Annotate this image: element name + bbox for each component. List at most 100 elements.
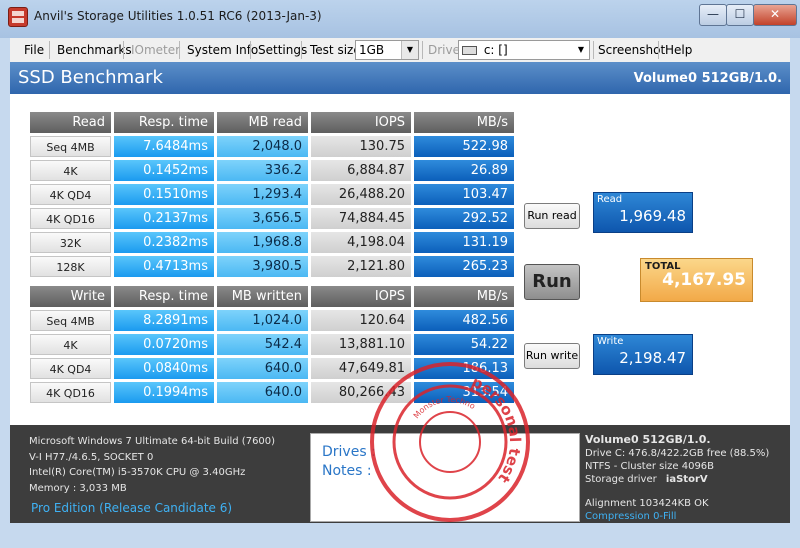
app-window: Anvil's Storage Utilities 1.0.51 RC6 (20…	[0, 0, 800, 548]
drive-select[interactable]: c: [] ▼	[458, 40, 590, 60]
write-score-value: 2,198.47	[619, 349, 686, 367]
menu-file[interactable]: File	[24, 38, 44, 62]
page-title: SSD Benchmark	[18, 67, 163, 88]
mb-per-sec: 54.22	[414, 334, 514, 355]
menu-separator	[179, 41, 180, 59]
iops: 74,884.45	[311, 208, 411, 229]
compression-info: Compression 0-Fill	[585, 511, 677, 522]
row-label: 4K QD16	[30, 208, 111, 229]
iops: 4,198.04	[311, 232, 411, 253]
alignment-info: Alignment 103424KB OK	[585, 498, 709, 509]
read-header-iops: IOPS	[311, 112, 411, 133]
os-info: Microsoft Windows 7 Ultimate 64-bit Buil…	[29, 436, 276, 447]
menu-settings[interactable]: Settings	[258, 38, 307, 62]
menu-separator	[658, 41, 659, 59]
storage-driver-label: Storage driver	[585, 474, 657, 485]
row-label: 4K QD4	[30, 358, 111, 379]
test-size-label: Test size	[310, 43, 361, 57]
mb-read: 2,048.0	[217, 136, 308, 157]
mb-written: 640.0	[217, 358, 308, 379]
mb-per-sec: 26.89	[414, 160, 514, 181]
iops: 13,881.10	[311, 334, 411, 355]
svg-text:personal test: personal test	[442, 372, 532, 487]
read-header-mb: MB read	[217, 112, 308, 133]
mb-per-sec: 131.19	[414, 232, 514, 253]
read-header-resp: Resp. time	[114, 112, 214, 133]
volume-name: Volume0 512GB/1.0.	[633, 71, 782, 86]
menu-bar: File Benchmarks IOmeter System Info Sett…	[10, 38, 790, 63]
menu-screenshot[interactable]: Screenshot	[598, 38, 665, 62]
menu-separator	[123, 41, 124, 59]
drive-volume: Volume0 512GB/1.0.	[585, 433, 711, 446]
mb-per-sec: 103.47	[414, 184, 514, 205]
row-label: 128K	[30, 256, 111, 277]
row-label: 4K QD16	[30, 382, 111, 403]
iops: 2,121.80	[311, 256, 411, 277]
memory-info: Memory : 3,033 MB	[29, 483, 127, 494]
iops: 26,488.20	[311, 184, 411, 205]
row-label: 4K QD4	[30, 184, 111, 205]
menu-separator	[301, 41, 302, 59]
iops: 120.64	[311, 310, 411, 331]
row-label: 4K	[30, 160, 111, 181]
menu-help[interactable]: Help	[665, 38, 692, 62]
storage-driver-value: iaStorV	[665, 474, 708, 485]
run-button[interactable]: Run	[524, 264, 580, 300]
minimize-button[interactable]: —	[699, 4, 727, 26]
resp-time: 0.4713ms	[114, 256, 214, 277]
mb-read: 1,293.4	[217, 184, 308, 205]
menu-separator	[593, 41, 594, 59]
mb-read: 336.2	[217, 160, 308, 181]
iops: 6,884.87	[311, 160, 411, 181]
resp-time: 7.6484ms	[114, 136, 214, 157]
chevron-down-icon: ▼	[573, 41, 589, 59]
resp-time: 0.1994ms	[114, 382, 214, 403]
menu-benchmarks[interactable]: Benchmarks	[57, 38, 132, 62]
resp-time: 0.2137ms	[114, 208, 214, 229]
edition-label: Pro Edition (Release Candidate 6)	[31, 501, 233, 515]
row-label: 4K	[30, 334, 111, 355]
board-info: V-I H77./4.6.5, SOCKET 0	[29, 452, 154, 463]
read-score-label: Read	[597, 194, 623, 205]
resp-time: 8.2891ms	[114, 310, 214, 331]
stamp-seal: personal test Monster Techno	[370, 362, 532, 522]
resp-time: 0.1452ms	[114, 160, 214, 181]
resp-time: 0.0840ms	[114, 358, 214, 379]
notes-label: Notes :	[322, 463, 372, 479]
drive-c-info: Drive C: 476.8/422.2GB free (88.5%)	[585, 448, 770, 459]
cpu-info: Intel(R) Core(TM) i5-3570K CPU @ 3.40GHz	[29, 467, 246, 478]
run-write-button[interactable]: Run write	[524, 343, 580, 369]
panel-header: SSD Benchmark Volume0 512GB/1.0.	[10, 62, 790, 94]
close-button[interactable]: ✕	[753, 4, 797, 26]
run-read-button[interactable]: Run read	[524, 203, 580, 229]
stamp-outer-text: personal test	[442, 372, 532, 487]
window-title: Anvil's Storage Utilities 1.0.51 RC6 (20…	[34, 9, 322, 23]
write-header-mb: MB written	[217, 286, 308, 307]
total-score-box: TOTAL 4,167.95	[640, 258, 753, 302]
read-score-value: 1,969.48	[619, 207, 686, 225]
write-header-label: Write	[30, 286, 111, 307]
chevron-down-icon: ▼	[401, 41, 418, 59]
read-header-mbs: MB/s	[414, 112, 514, 133]
read-score-box: Read 1,969.48	[593, 192, 693, 233]
drive-value: c: []	[483, 43, 508, 57]
menu-system-info[interactable]: System Info	[187, 38, 258, 62]
test-size-select[interactable]: 1GB ▼	[355, 40, 419, 60]
mb-per-sec: 265.23	[414, 256, 514, 277]
menu-separator	[49, 41, 50, 59]
mb-per-sec: 482.56	[414, 310, 514, 331]
mb-written: 1,024.0	[217, 310, 308, 331]
row-label: Seq 4MB	[30, 136, 111, 157]
storage-driver-info: Storage driver iaStorV	[585, 474, 708, 485]
title-bar[interactable]: Anvil's Storage Utilities 1.0.51 RC6 (20…	[0, 0, 800, 38]
menu-separator	[422, 41, 423, 59]
mb-read: 3,656.5	[217, 208, 308, 229]
mb-per-sec: 522.98	[414, 136, 514, 157]
total-score-value: 4,167.95	[662, 270, 746, 290]
maximize-button[interactable]: ☐	[726, 4, 754, 26]
menu-iometer[interactable]: IOmeter	[131, 38, 180, 62]
write-header-resp: Resp. time	[114, 286, 214, 307]
mb-per-sec: 292.52	[414, 208, 514, 229]
mb-read: 3,980.5	[217, 256, 308, 277]
drive-icon	[462, 46, 477, 55]
